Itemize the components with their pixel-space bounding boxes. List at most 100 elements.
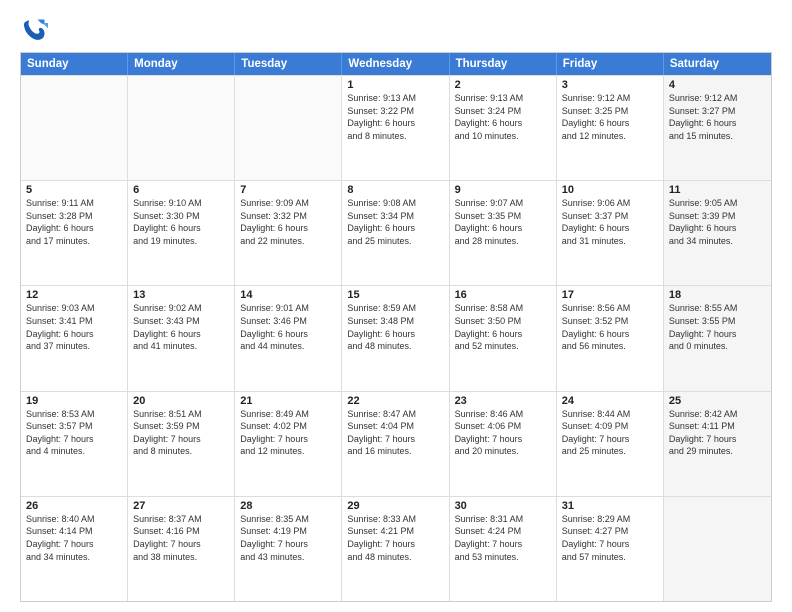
day-number: 5 (26, 184, 122, 196)
cal-cell: 1Sunrise: 9:13 AM Sunset: 3:22 PM Daylig… (342, 76, 449, 180)
cal-cell: 26Sunrise: 8:40 AM Sunset: 4:14 PM Dayli… (21, 497, 128, 601)
cal-cell: 24Sunrise: 8:44 AM Sunset: 4:09 PM Dayli… (557, 392, 664, 496)
day-number: 17 (562, 289, 658, 301)
day-number: 11 (669, 184, 766, 196)
cell-text: Sunrise: 9:13 AM Sunset: 3:24 PM Dayligh… (455, 92, 551, 142)
cal-cell (235, 76, 342, 180)
header-tuesday: Tuesday (235, 53, 342, 75)
cell-text: Sunrise: 8:31 AM Sunset: 4:24 PM Dayligh… (455, 513, 551, 563)
day-number: 13 (133, 289, 229, 301)
cal-cell: 3Sunrise: 9:12 AM Sunset: 3:25 PM Daylig… (557, 76, 664, 180)
cal-cell: 5Sunrise: 9:11 AM Sunset: 3:28 PM Daylig… (21, 181, 128, 285)
day-number: 30 (455, 500, 551, 512)
cell-text: Sunrise: 9:11 AM Sunset: 3:28 PM Dayligh… (26, 197, 122, 247)
cal-cell (21, 76, 128, 180)
day-number: 16 (455, 289, 551, 301)
cal-cell: 31Sunrise: 8:29 AM Sunset: 4:27 PM Dayli… (557, 497, 664, 601)
cal-cell: 30Sunrise: 8:31 AM Sunset: 4:24 PM Dayli… (450, 497, 557, 601)
calendar-header: SundayMondayTuesdayWednesdayThursdayFrid… (21, 53, 771, 75)
cell-text: Sunrise: 9:12 AM Sunset: 3:25 PM Dayligh… (562, 92, 658, 142)
cal-cell: 18Sunrise: 8:55 AM Sunset: 3:55 PM Dayli… (664, 286, 771, 390)
page: SundayMondayTuesdayWednesdayThursdayFrid… (0, 0, 792, 612)
day-number: 25 (669, 395, 766, 407)
day-number: 3 (562, 79, 658, 91)
cell-text: Sunrise: 9:12 AM Sunset: 3:27 PM Dayligh… (669, 92, 766, 142)
cal-cell: 2Sunrise: 9:13 AM Sunset: 3:24 PM Daylig… (450, 76, 557, 180)
cal-cell: 22Sunrise: 8:47 AM Sunset: 4:04 PM Dayli… (342, 392, 449, 496)
cell-text: Sunrise: 9:13 AM Sunset: 3:22 PM Dayligh… (347, 92, 443, 142)
cal-cell: 17Sunrise: 8:56 AM Sunset: 3:52 PM Dayli… (557, 286, 664, 390)
day-number: 10 (562, 184, 658, 196)
cal-cell: 8Sunrise: 9:08 AM Sunset: 3:34 PM Daylig… (342, 181, 449, 285)
cell-text: Sunrise: 8:58 AM Sunset: 3:50 PM Dayligh… (455, 302, 551, 352)
cell-text: Sunrise: 9:10 AM Sunset: 3:30 PM Dayligh… (133, 197, 229, 247)
cal-cell: 27Sunrise: 8:37 AM Sunset: 4:16 PM Dayli… (128, 497, 235, 601)
day-number: 2 (455, 79, 551, 91)
cal-cell: 23Sunrise: 8:46 AM Sunset: 4:06 PM Dayli… (450, 392, 557, 496)
cell-text: Sunrise: 8:55 AM Sunset: 3:55 PM Dayligh… (669, 302, 766, 352)
cell-text: Sunrise: 8:49 AM Sunset: 4:02 PM Dayligh… (240, 408, 336, 458)
header-wednesday: Wednesday (342, 53, 449, 75)
cal-row-3: 19Sunrise: 8:53 AM Sunset: 3:57 PM Dayli… (21, 391, 771, 496)
day-number: 15 (347, 289, 443, 301)
cell-text: Sunrise: 9:01 AM Sunset: 3:46 PM Dayligh… (240, 302, 336, 352)
day-number: 31 (562, 500, 658, 512)
cal-cell (664, 497, 771, 601)
cal-row-4: 26Sunrise: 8:40 AM Sunset: 4:14 PM Dayli… (21, 496, 771, 601)
logo-icon (20, 16, 48, 44)
cal-cell: 13Sunrise: 9:02 AM Sunset: 3:43 PM Dayli… (128, 286, 235, 390)
cell-text: Sunrise: 8:46 AM Sunset: 4:06 PM Dayligh… (455, 408, 551, 458)
cell-text: Sunrise: 8:35 AM Sunset: 4:19 PM Dayligh… (240, 513, 336, 563)
day-number: 29 (347, 500, 443, 512)
cell-text: Sunrise: 9:06 AM Sunset: 3:37 PM Dayligh… (562, 197, 658, 247)
day-number: 12 (26, 289, 122, 301)
cal-cell: 14Sunrise: 9:01 AM Sunset: 3:46 PM Dayli… (235, 286, 342, 390)
cell-text: Sunrise: 8:29 AM Sunset: 4:27 PM Dayligh… (562, 513, 658, 563)
day-number: 20 (133, 395, 229, 407)
calendar: SundayMondayTuesdayWednesdayThursdayFrid… (20, 52, 772, 602)
cell-text: Sunrise: 9:08 AM Sunset: 3:34 PM Dayligh… (347, 197, 443, 247)
cell-text: Sunrise: 9:07 AM Sunset: 3:35 PM Dayligh… (455, 197, 551, 247)
logo (20, 16, 52, 44)
cell-text: Sunrise: 9:05 AM Sunset: 3:39 PM Dayligh… (669, 197, 766, 247)
day-number: 7 (240, 184, 336, 196)
cell-text: Sunrise: 8:42 AM Sunset: 4:11 PM Dayligh… (669, 408, 766, 458)
day-number: 27 (133, 500, 229, 512)
cell-text: Sunrise: 8:53 AM Sunset: 3:57 PM Dayligh… (26, 408, 122, 458)
cell-text: Sunrise: 8:33 AM Sunset: 4:21 PM Dayligh… (347, 513, 443, 563)
cal-cell: 12Sunrise: 9:03 AM Sunset: 3:41 PM Dayli… (21, 286, 128, 390)
day-number: 6 (133, 184, 229, 196)
cell-text: Sunrise: 9:09 AM Sunset: 3:32 PM Dayligh… (240, 197, 336, 247)
cell-text: Sunrise: 9:03 AM Sunset: 3:41 PM Dayligh… (26, 302, 122, 352)
cal-cell: 21Sunrise: 8:49 AM Sunset: 4:02 PM Dayli… (235, 392, 342, 496)
cal-cell: 16Sunrise: 8:58 AM Sunset: 3:50 PM Dayli… (450, 286, 557, 390)
cell-text: Sunrise: 8:44 AM Sunset: 4:09 PM Dayligh… (562, 408, 658, 458)
cell-text: Sunrise: 9:02 AM Sunset: 3:43 PM Dayligh… (133, 302, 229, 352)
cell-text: Sunrise: 8:51 AM Sunset: 3:59 PM Dayligh… (133, 408, 229, 458)
cell-text: Sunrise: 8:59 AM Sunset: 3:48 PM Dayligh… (347, 302, 443, 352)
cal-cell: 6Sunrise: 9:10 AM Sunset: 3:30 PM Daylig… (128, 181, 235, 285)
cal-row-0: 1Sunrise: 9:13 AM Sunset: 3:22 PM Daylig… (21, 75, 771, 180)
day-number: 28 (240, 500, 336, 512)
header-thursday: Thursday (450, 53, 557, 75)
cal-row-2: 12Sunrise: 9:03 AM Sunset: 3:41 PM Dayli… (21, 285, 771, 390)
day-number: 26 (26, 500, 122, 512)
cal-cell: 7Sunrise: 9:09 AM Sunset: 3:32 PM Daylig… (235, 181, 342, 285)
day-number: 24 (562, 395, 658, 407)
cal-cell: 10Sunrise: 9:06 AM Sunset: 3:37 PM Dayli… (557, 181, 664, 285)
header-sunday: Sunday (21, 53, 128, 75)
day-number: 21 (240, 395, 336, 407)
header-friday: Friday (557, 53, 664, 75)
day-number: 1 (347, 79, 443, 91)
header-monday: Monday (128, 53, 235, 75)
cal-cell: 25Sunrise: 8:42 AM Sunset: 4:11 PM Dayli… (664, 392, 771, 496)
day-number: 18 (669, 289, 766, 301)
day-number: 22 (347, 395, 443, 407)
cal-cell: 9Sunrise: 9:07 AM Sunset: 3:35 PM Daylig… (450, 181, 557, 285)
header-saturday: Saturday (664, 53, 771, 75)
cal-cell (128, 76, 235, 180)
day-number: 23 (455, 395, 551, 407)
day-number: 19 (26, 395, 122, 407)
cell-text: Sunrise: 8:47 AM Sunset: 4:04 PM Dayligh… (347, 408, 443, 458)
cal-cell: 11Sunrise: 9:05 AM Sunset: 3:39 PM Dayli… (664, 181, 771, 285)
